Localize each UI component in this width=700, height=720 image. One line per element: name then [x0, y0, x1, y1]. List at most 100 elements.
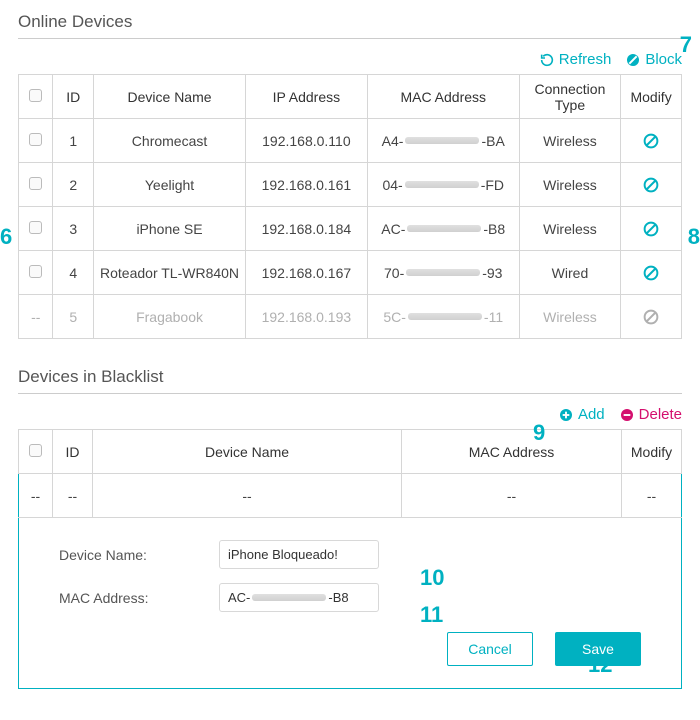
- annotation-6: 6: [0, 224, 12, 250]
- cell-name: Chromecast: [94, 119, 246, 163]
- delete-label: Delete: [639, 406, 682, 423]
- cell-mac: 5C- -11: [367, 295, 519, 339]
- table-row: 3iPhone SE192.168.0.184 AC- -B8 Wireless: [19, 207, 682, 251]
- cell-ip: 192.168.0.161: [246, 163, 368, 207]
- cell-ip: 192.168.0.184: [246, 207, 368, 251]
- empty-cell: --: [53, 474, 93, 518]
- row-checkbox[interactable]: [29, 265, 42, 278]
- col-id: ID: [53, 430, 93, 474]
- row-checkbox[interactable]: [29, 221, 42, 234]
- cell-name: Roteador TL-WR840N: [94, 251, 246, 295]
- mac-masked: [405, 137, 479, 144]
- cell-ip: 192.168.0.110: [246, 119, 368, 163]
- table-header-row: ID Device Name MAC Address Modify: [19, 430, 682, 474]
- mac-masked: [407, 225, 481, 232]
- select-all-checkbox[interactable]: [29, 444, 42, 457]
- col-id: ID: [53, 75, 94, 119]
- row-block-icon[interactable]: [642, 132, 660, 150]
- online-devices-title: Online Devices: [18, 12, 682, 39]
- empty-cell: --: [622, 474, 682, 518]
- block-icon: [625, 52, 641, 68]
- mac-masked: [408, 313, 482, 320]
- col-name: Device Name: [94, 75, 246, 119]
- col-mac: MAC Address: [367, 75, 519, 119]
- online-devices-table: ID Device Name IP Address MAC Address Co…: [18, 74, 682, 339]
- cell-conn: Wired: [519, 251, 620, 295]
- cell-mac: A4- -BA: [367, 119, 519, 163]
- mac-masked: [252, 594, 326, 601]
- mac-suffix: -FD: [481, 177, 504, 193]
- cell-name: iPhone SE: [94, 207, 246, 251]
- cell-conn: Wireless: [519, 295, 620, 339]
- mac-prefix: A4-: [382, 133, 404, 149]
- table-header-row: ID Device Name IP Address MAC Address Co…: [19, 75, 682, 119]
- row-block-icon[interactable]: [642, 264, 660, 282]
- mac-prefix: 70-: [384, 265, 404, 281]
- row-block-icon[interactable]: [642, 176, 660, 194]
- cell-mac: AC- -B8: [367, 207, 519, 251]
- cell-mac: 70- -93: [367, 251, 519, 295]
- empty-cell: --: [93, 474, 402, 518]
- cell-name: Fragabook: [94, 295, 246, 339]
- device-name-input[interactable]: iPhone Bloqueado!: [219, 540, 379, 569]
- mac-masked: [406, 269, 480, 276]
- select-all-checkbox[interactable]: [29, 89, 42, 102]
- row-block-icon[interactable]: [642, 220, 660, 238]
- mac-masked: [405, 181, 479, 188]
- refresh-icon: [539, 52, 555, 68]
- cell-ip: 192.168.0.193: [246, 295, 368, 339]
- annotation-8: 8: [688, 224, 700, 250]
- cell-id: 5: [53, 295, 94, 339]
- device-name-label: Device Name:: [59, 547, 219, 563]
- block-label: Block: [645, 51, 682, 68]
- row-block-icon: [642, 308, 660, 326]
- cell-name: Yeelight: [94, 163, 246, 207]
- blacklist-title: Devices in Blacklist: [18, 367, 682, 394]
- mac-address-label: MAC Address:: [59, 590, 219, 606]
- mac-prefix: 5C-: [383, 309, 406, 325]
- cell-conn: Wireless: [519, 119, 620, 163]
- cell-mac: 04- -FD: [367, 163, 519, 207]
- row-checkbox[interactable]: [29, 133, 42, 146]
- col-mod: Modify: [622, 430, 682, 474]
- blacklist-table: ID Device Name MAC Address Modify -- -- …: [18, 429, 682, 518]
- empty-cell: --: [19, 474, 53, 518]
- refresh-button[interactable]: Refresh: [539, 51, 612, 68]
- cell-id: 2: [53, 163, 94, 207]
- refresh-label: Refresh: [559, 51, 612, 68]
- table-row: 1Chromecast192.168.0.110 A4- -BA Wireless: [19, 119, 682, 163]
- col-mod: Modify: [621, 75, 682, 119]
- empty-cell: --: [402, 474, 622, 518]
- mac-suffix: -93: [482, 265, 502, 281]
- mac-suffix: -B8: [328, 590, 348, 605]
- table-row: 4Roteador TL-WR840N192.168.0.167 70- -93 Wi…: [19, 251, 682, 295]
- device-name-value: iPhone Bloqueado!: [228, 547, 338, 562]
- mac-prefix: AC-: [381, 221, 405, 237]
- col-name: Device Name: [93, 430, 402, 474]
- mac-prefix: 04-: [382, 177, 402, 193]
- mac-suffix: -B8: [483, 221, 505, 237]
- col-conn: Connection Type: [519, 75, 620, 119]
- mac-prefix: AC-: [228, 590, 250, 605]
- add-label: Add: [578, 406, 605, 423]
- mac-suffix: -BA: [481, 133, 504, 149]
- cell-id: 1: [53, 119, 94, 163]
- block-button[interactable]: Block: [625, 51, 682, 68]
- delete-button[interactable]: Delete: [619, 406, 682, 423]
- save-button[interactable]: Save: [555, 632, 641, 666]
- cell-id: 3: [53, 207, 94, 251]
- plus-icon: [558, 407, 574, 423]
- cell-conn: Wireless: [519, 207, 620, 251]
- mac-suffix: -11: [484, 309, 503, 325]
- cell-ip: 192.168.0.167: [246, 251, 368, 295]
- table-row-empty: -- -- -- -- --: [19, 474, 682, 518]
- mac-address-input[interactable]: AC- -B8: [219, 583, 379, 612]
- blacklist-form: Device Name: iPhone Bloqueado! MAC Addre…: [18, 518, 682, 689]
- cancel-button[interactable]: Cancel: [447, 632, 533, 666]
- col-mac: MAC Address: [402, 430, 622, 474]
- row-checkbox[interactable]: [29, 177, 42, 190]
- table-row: 2Yeelight192.168.0.161 04- -FD Wireless: [19, 163, 682, 207]
- cell-id: 4: [53, 251, 94, 295]
- add-button[interactable]: Add: [558, 406, 605, 423]
- cell-conn: Wireless: [519, 163, 620, 207]
